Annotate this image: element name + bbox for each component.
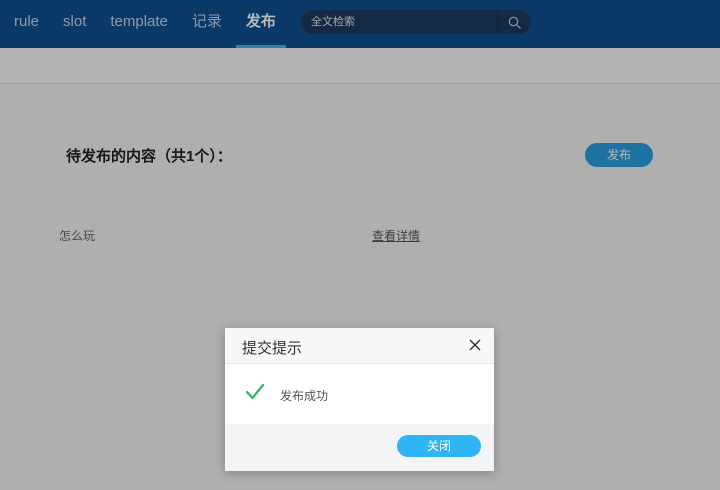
dialog-header: 提交提示 <box>225 328 494 364</box>
check-icon <box>245 383 265 400</box>
close-icon[interactable] <box>468 338 482 352</box>
dialog-body: 发布成功 <box>225 364 494 424</box>
close-button[interactable]: 关闭 <box>397 435 481 457</box>
dialog-title: 提交提示 <box>242 340 303 357</box>
dialog-footer: 关闭 <box>225 424 494 471</box>
dialog-message: 发布成功 <box>280 389 329 403</box>
submit-dialog: 提交提示 发布成功 关闭 <box>225 328 494 471</box>
